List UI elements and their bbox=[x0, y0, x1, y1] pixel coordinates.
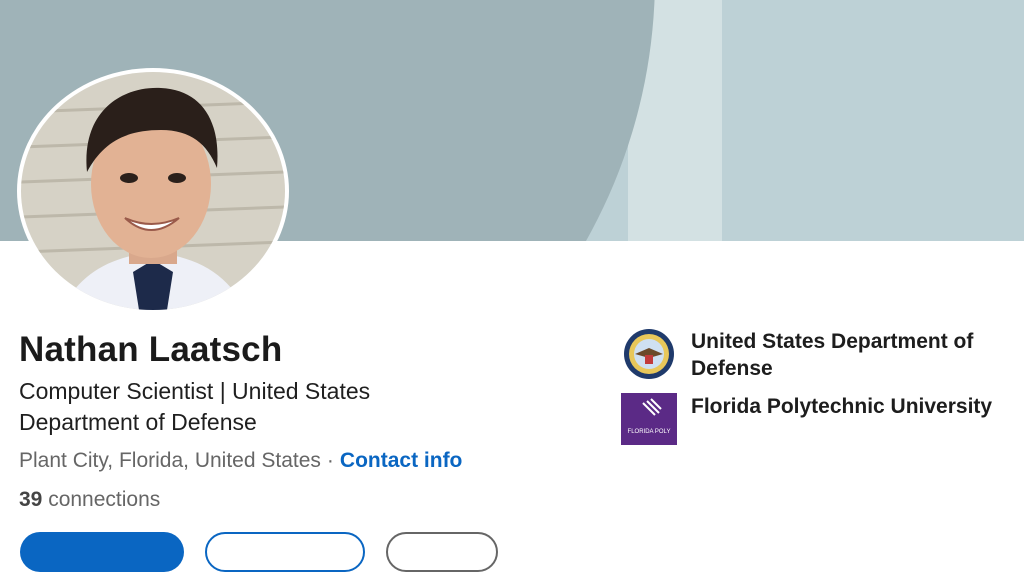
connections-label: connections bbox=[48, 488, 161, 511]
location-row: Plant City, Florida, United States · Conta… bbox=[19, 449, 462, 473]
secondary-action-button[interactable] bbox=[205, 532, 365, 572]
profile-avatar[interactable] bbox=[17, 68, 289, 314]
org-item-dod[interactable]: United States Department of Defense bbox=[621, 328, 1001, 382]
profile-headline: Computer Scientist | United States Depar… bbox=[19, 378, 371, 435]
dod-seal-icon bbox=[624, 329, 674, 379]
florida-poly-logo-text: FLORIDA POLY bbox=[628, 429, 671, 435]
florida-poly-logo: FLORIDA POLY bbox=[621, 393, 677, 445]
org-item-florida-poly[interactable]: FLORIDA POLY Florida Polytechnic Univers… bbox=[621, 393, 1001, 445]
separator-dot: · bbox=[326, 449, 334, 472]
profile-location: Plant City, Florida, United States bbox=[19, 449, 321, 472]
more-button[interactable] bbox=[386, 532, 498, 572]
contact-info-link[interactable]: Contact info bbox=[340, 449, 462, 472]
profile-name: Nathan Laatsch bbox=[19, 330, 283, 369]
avatar-photo bbox=[21, 72, 285, 310]
org-name-dod: United States Department of Defense bbox=[691, 330, 974, 380]
org-name-florida-poly: Florida Polytechnic University bbox=[691, 395, 993, 418]
connections-link[interactable]: 39 connections bbox=[19, 488, 160, 512]
primary-action-button[interactable] bbox=[20, 532, 184, 572]
connections-count: 39 bbox=[19, 488, 43, 511]
